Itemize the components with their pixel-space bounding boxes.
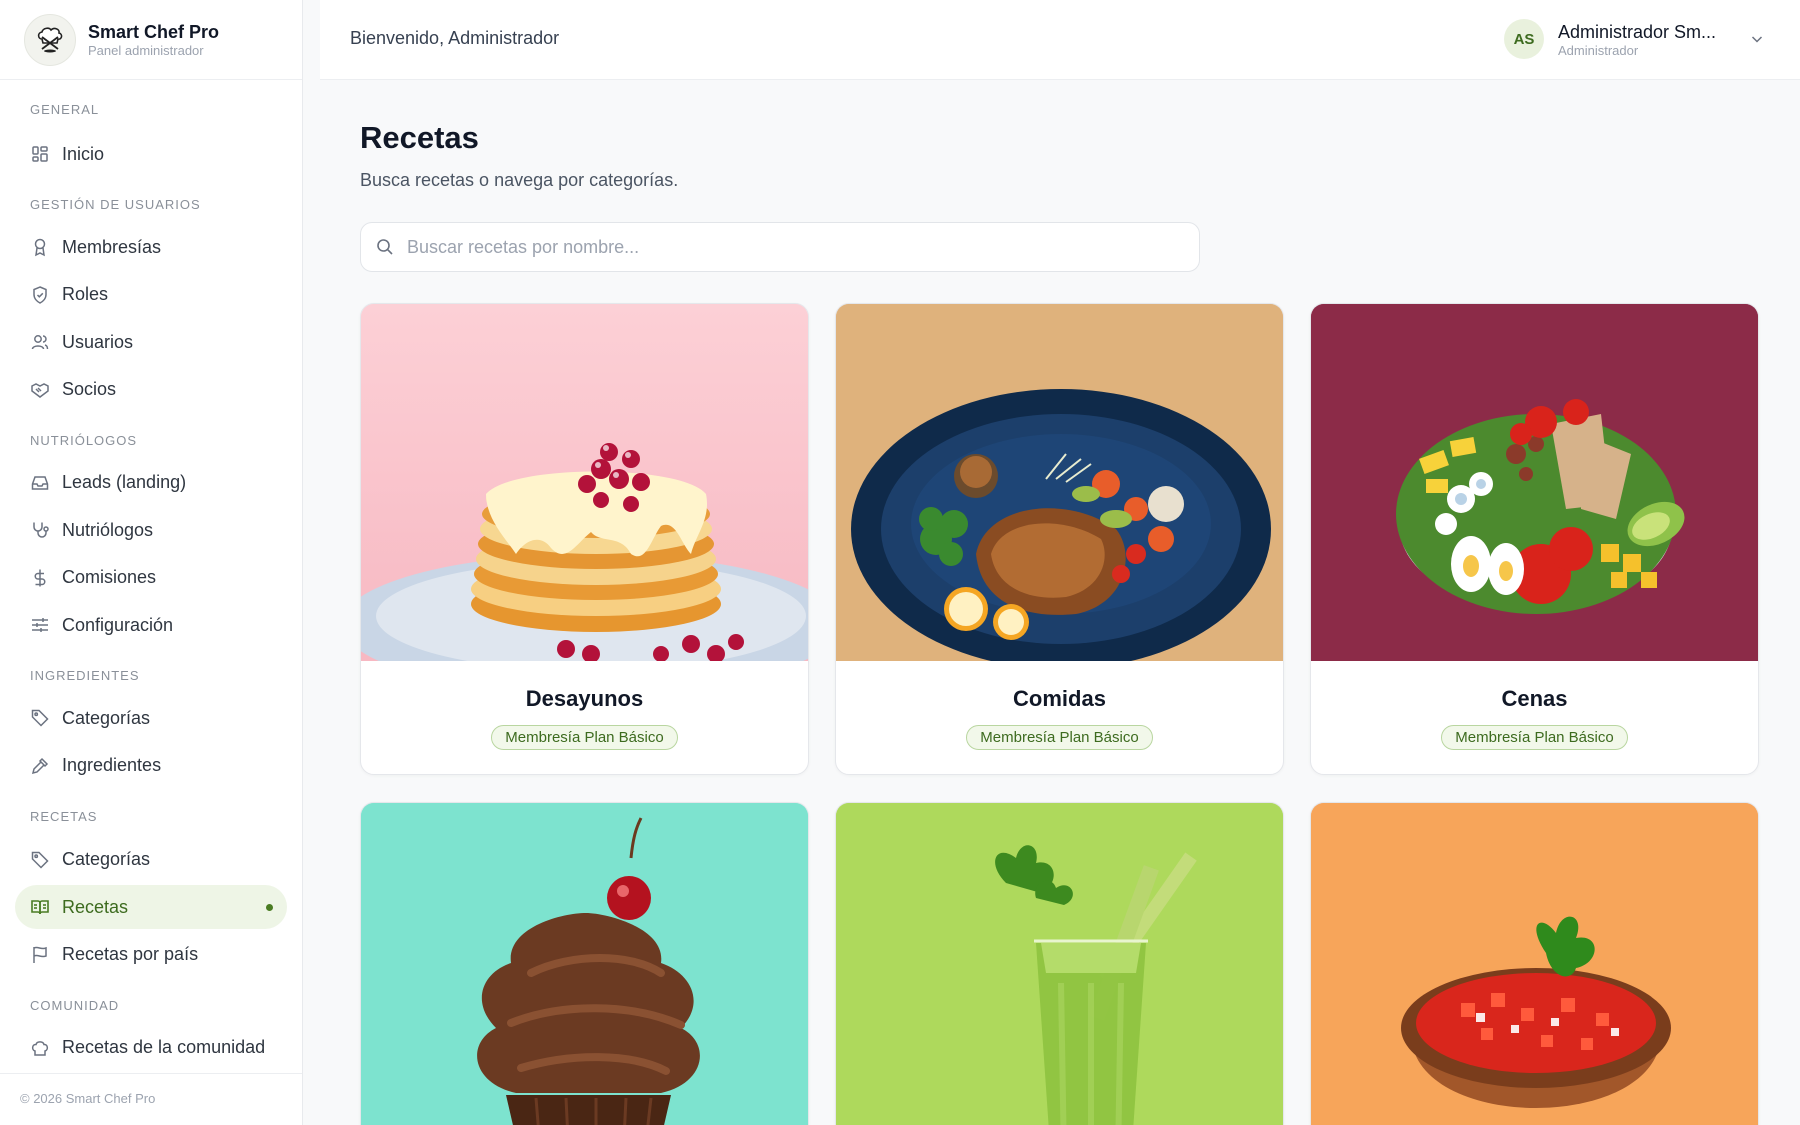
brand-title: Smart Chef Pro	[88, 21, 220, 42]
section-title-general: GENERAL	[30, 102, 100, 117]
roast-chicken-plate-image	[836, 304, 1283, 661]
pipette-icon	[31, 757, 49, 774]
page-subtitle: Busca recetas o navega por categorías.	[360, 170, 679, 190]
sliders-icon	[32, 618, 48, 632]
sidebar-item-label: Recetas por país	[62, 944, 199, 964]
shield-icon	[33, 285, 47, 304]
book-open-icon	[31, 900, 49, 915]
sidebar-item-label: Configuración	[62, 614, 174, 635]
handshake-icon	[31, 382, 49, 398]
sidebar-item-ingredientes[interactable]: Ingredientes	[15, 744, 287, 788]
pico-de-gallo-image	[1311, 803, 1758, 1125]
stethoscope-icon	[33, 522, 49, 538]
membership-badge: Membresía Plan Básico	[491, 725, 678, 750]
sidebar-nav: GENERAL Inicio GESTIÓN DE USUARIOS Membr…	[0, 101, 302, 1070]
category-card-comidas[interactable]: Comidas Membresía Plan Básico	[835, 303, 1284, 775]
dollar-icon	[34, 569, 46, 586]
category-card-5[interactable]	[835, 802, 1284, 1125]
inbox-icon	[31, 475, 49, 490]
flag-icon	[33, 946, 47, 963]
sidebar-item-label: Recetas	[62, 896, 129, 917]
section-title-comunidad: COMUNIDAD	[30, 997, 120, 1013]
search-box[interactable]	[360, 222, 1200, 272]
category-card-cenas[interactable]: Cenas Membresía Plan Básico	[1310, 303, 1759, 775]
sidebar-item-recetas[interactable]: Recetas	[15, 885, 287, 929]
users-icon	[31, 335, 49, 350]
sidebar-item-label: Socios	[62, 379, 117, 399]
user-role: Administrador	[1558, 42, 1639, 58]
sidebar-item-label: Usuarios	[62, 331, 134, 352]
user-menu[interactable]: AS Administrador Sm... Administrador	[1504, 19, 1764, 59]
section-title-recetas: RECETAS	[30, 808, 98, 824]
sidebar-item-label: Nutriólogos	[62, 519, 154, 540]
section-title-user-management: GESTIÓN DE USUARIOS	[30, 197, 201, 212]
category-card-desayunos[interactable]: Desayunos Membresía Plan Básico	[360, 303, 809, 775]
sidebar-item-label: Recetas de la comunidad	[62, 1037, 266, 1057]
sidebar-item-comisiones[interactable]: Comisiones	[15, 556, 287, 600]
sidebar-item-label: Membresías	[62, 236, 162, 257]
sidebar-item-label: Categorías	[62, 849, 151, 869]
sidebar-item-label: Comisiones	[62, 567, 157, 587]
award-icon	[34, 238, 46, 257]
search-icon	[377, 239, 393, 255]
sidebar-item-label: Ingredientes	[62, 755, 162, 775]
tag-icon	[31, 851, 49, 869]
chef-hat-icon	[31, 1040, 49, 1056]
sidebar-item-label: Leads (landing)	[62, 472, 187, 492]
category-card-4[interactable]	[360, 802, 809, 1125]
card-title: Cenas	[1501, 686, 1568, 711]
tag-icon	[31, 709, 49, 727]
active-indicator-dot	[266, 903, 273, 911]
membership-badge: Membresía Plan Básico	[966, 725, 1153, 750]
section-title-ingredientes: INGREDIENTES	[30, 668, 140, 683]
section-title-nutriologos: NUTRIÓLOGOS	[30, 432, 138, 448]
chevron-down-icon[interactable]	[1750, 32, 1764, 46]
sidebar-item-roles[interactable]: Roles	[15, 273, 287, 317]
sidebar-item-label: Inicio	[62, 143, 105, 164]
page-title: Recetas	[360, 120, 479, 155]
sidebar: Smart Chef Pro Panel administrador GENER…	[0, 0, 303, 1125]
category-card-6[interactable]	[1310, 802, 1759, 1125]
sidebar-item-leads[interactable]: Leads (landing)	[15, 461, 287, 505]
avatar: AS	[1504, 19, 1544, 59]
sidebar-item-membresias[interactable]: Membresías	[15, 225, 287, 269]
pancakes-image	[361, 304, 808, 661]
cobb-salad-image	[1311, 304, 1758, 661]
sidebar-item-socios[interactable]: Socios	[15, 368, 287, 412]
membership-badge: Membresía Plan Básico	[1441, 725, 1628, 750]
sidebar-item-nutriologos[interactable]: Nutriólogos	[15, 508, 287, 552]
brand[interactable]: Smart Chef Pro Panel administrador	[0, 0, 302, 80]
sidebar-item-categorias-ingredientes[interactable]: Categorías	[15, 696, 287, 740]
sidebar-item-categorias-recetas[interactable]: Categorías	[15, 838, 287, 882]
sidebar-item-usuarios[interactable]: Usuarios	[15, 320, 287, 364]
grid-icon	[32, 146, 48, 162]
search-input[interactable]	[407, 236, 1187, 258]
user-name: Administrador Sm...	[1558, 21, 1717, 42]
welcome-message: Bienvenido, Administrador	[350, 28, 560, 48]
green-smoothie-image	[836, 803, 1283, 1125]
sidebar-item-label: Roles	[62, 284, 109, 304]
sidebar-item-configuracion[interactable]: Configuración	[15, 603, 287, 647]
sidebar-item-recetas-comunidad[interactable]: Recetas de la comunidad	[15, 1026, 287, 1070]
chocolate-cupcake-image	[361, 803, 808, 1125]
sidebar-item-recetas-por-pais[interactable]: Recetas por país	[15, 933, 287, 977]
topbar: Bienvenido, Administrador AS Administrad…	[320, 0, 1800, 80]
card-title: Desayunos	[525, 686, 644, 711]
sidebar-footer-copyright: © 2026 Smart Chef Pro	[0, 1073, 302, 1125]
sidebar-item-label: Categorías	[62, 707, 151, 728]
sidebar-item-inicio[interactable]: Inicio	[15, 132, 287, 176]
card-title: Comidas	[1013, 686, 1106, 711]
brand-subtitle: Panel administrador	[88, 42, 204, 58]
chef-hat-logo-icon	[24, 13, 76, 66]
